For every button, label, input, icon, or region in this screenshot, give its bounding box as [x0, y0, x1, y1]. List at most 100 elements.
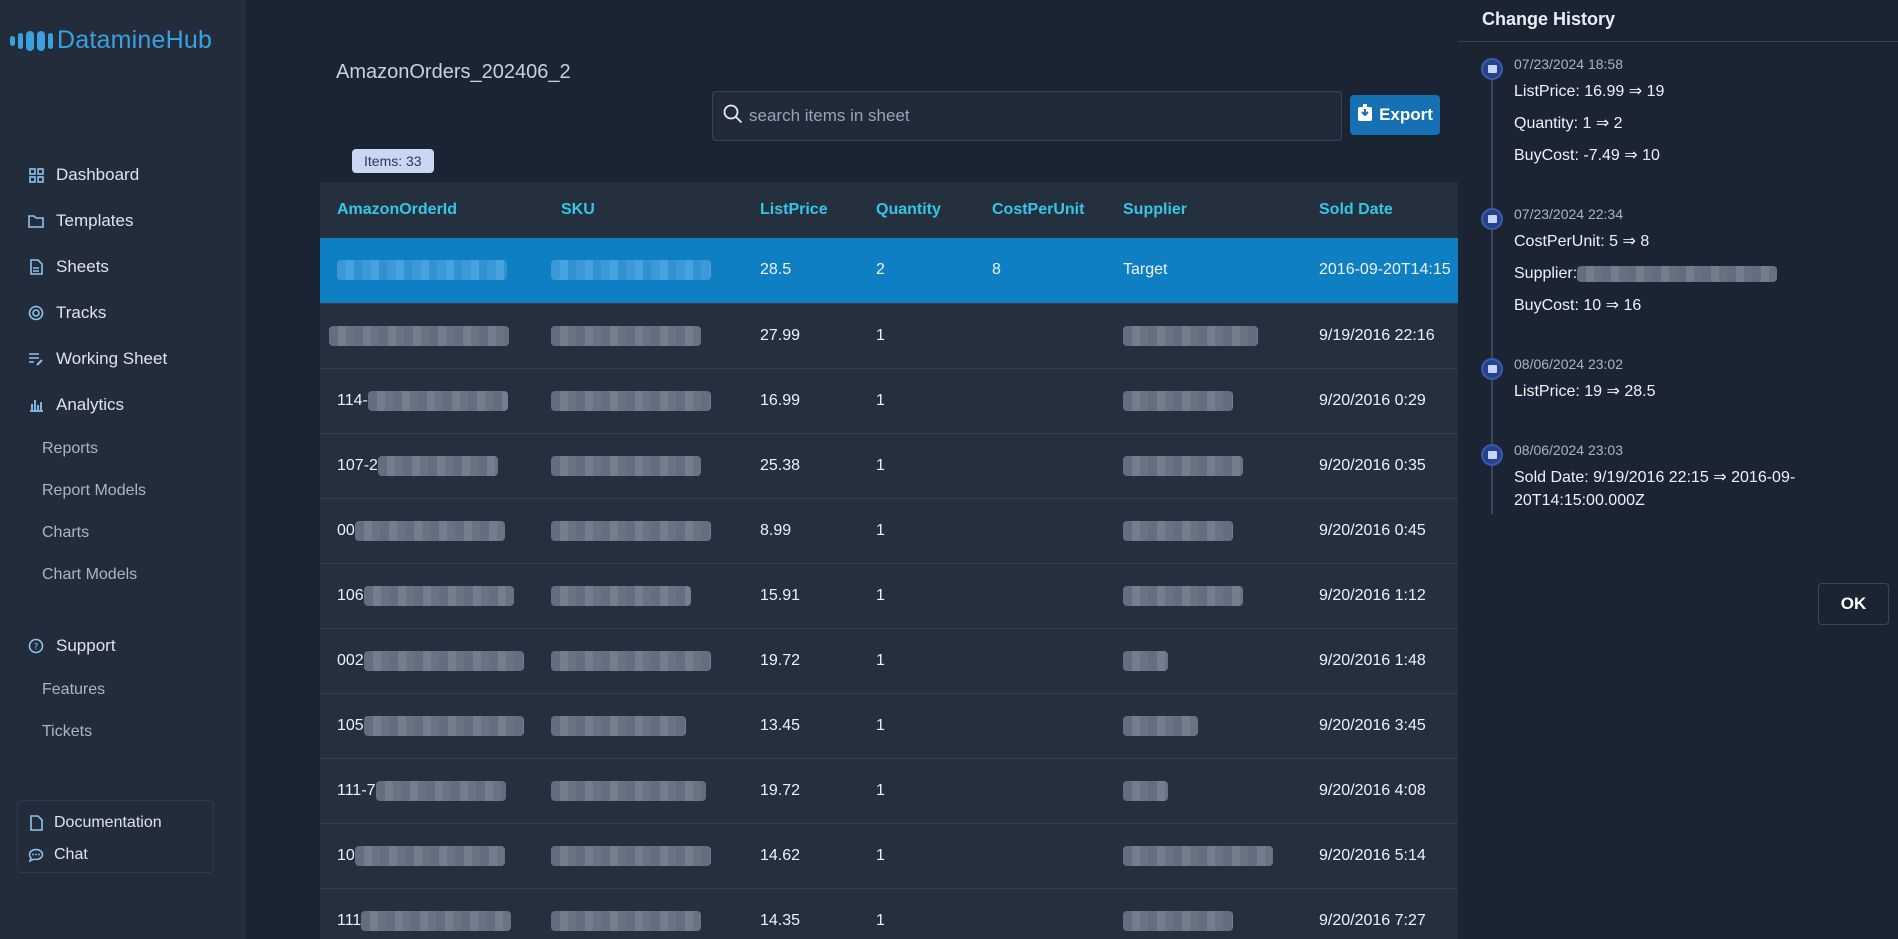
cell-list-price: 13.45: [743, 692, 859, 758]
app-logo[interactable]: DatamineHub: [10, 26, 212, 55]
table-row[interactable]: 111 14.35 1 9/20/2016 7:27: [320, 887, 1458, 939]
cell-sku: [544, 432, 743, 498]
column-header-list-price[interactable]: ListPrice: [743, 182, 859, 238]
table-row[interactable]: 107-2 25.38 1 9/20/2016 0:35: [320, 432, 1458, 498]
cell-supplier: [1106, 302, 1302, 368]
nav-sheets[interactable]: Sheets: [0, 244, 246, 290]
nav-support[interactable]: ? Support: [0, 623, 246, 669]
redacted-text: [1123, 715, 1198, 736]
export-button[interactable]: Export: [1350, 95, 1440, 135]
cell-supplier: [1106, 822, 1302, 888]
nav-label: Chat: [54, 846, 88, 863]
nav-dashboard[interactable]: Dashboard: [0, 152, 246, 198]
cell-cost-per-unit: [975, 692, 1106, 758]
table-row[interactable]: 28.5 2 8 Target 2016-09-20T14:15: [320, 238, 1458, 303]
cell-sold-date: 9/20/2016 0:35: [1302, 432, 1458, 498]
nav-reports[interactable]: Reports: [0, 428, 246, 470]
cell-supplier: [1106, 627, 1302, 693]
cell-list-price: 27.99: [743, 302, 859, 368]
redacted-text: [551, 585, 691, 606]
cell-cost-per-unit: [975, 822, 1106, 888]
column-header-sold-date[interactable]: Sold Date: [1302, 182, 1458, 238]
entry-timestamp: 08/06/2024 23:03: [1514, 442, 1623, 458]
cell-order-id: 107-2: [320, 432, 544, 498]
dashboard-icon: [28, 167, 44, 183]
cell-list-price: 15.91: [743, 562, 859, 628]
redacted-text: [361, 910, 512, 931]
nav-chat[interactable]: Chat: [18, 839, 213, 871]
cell-sku: [544, 887, 743, 939]
redacted-text: [551, 780, 706, 801]
change-line: Quantity: 1 ⇒ 2: [1514, 115, 1623, 132]
cell-order-id: 111-7: [320, 757, 544, 823]
waveform-logo-icon: [10, 30, 53, 51]
search-box[interactable]: [712, 91, 1342, 141]
change-line: CostPerUnit: 5 ⇒ 8: [1514, 233, 1650, 250]
cell-quantity: 1: [859, 692, 975, 758]
table-row[interactable]: 111-7 19.72 1 9/20/2016 4:08: [320, 757, 1458, 823]
redacted-text: [551, 260, 711, 281]
nav-label: Sheets: [56, 257, 109, 276]
panel-title: Change History: [1482, 9, 1616, 29]
sidebar: DatamineHub Dashboard Templates Sheets T…: [0, 0, 246, 939]
column-header-sku[interactable]: SKU: [544, 182, 743, 238]
nav-label: Analytics: [56, 395, 125, 414]
table-row[interactable]: 105 13.45 1 9/20/2016 3:45: [320, 692, 1458, 758]
cell-cost-per-unit: [975, 367, 1106, 433]
column-header-supplier[interactable]: Supplier: [1106, 182, 1302, 238]
nav-working-sheet[interactable]: Working Sheet: [0, 336, 246, 382]
cell-supplier: Target: [1106, 238, 1302, 303]
cell-cost-per-unit: [975, 887, 1106, 939]
cell-sku: [544, 692, 743, 758]
nav-templates[interactable]: Templates: [0, 198, 246, 244]
table-row[interactable]: 27.99 1 9/19/2016 22:16: [320, 302, 1458, 368]
cell-cost-per-unit: [975, 302, 1106, 368]
entry-timestamp: 07/23/2024 18:58: [1514, 56, 1623, 72]
entry-timestamp: 07/23/2024 22:34: [1514, 206, 1623, 222]
cell-sold-date: 9/20/2016 5:14: [1302, 822, 1458, 888]
nav-label: Templates: [56, 211, 134, 230]
nav-charts[interactable]: Charts: [0, 512, 246, 554]
ok-button[interactable]: OK: [1818, 583, 1889, 625]
column-header-cost-per-unit[interactable]: CostPerUnit: [975, 182, 1106, 238]
nav-label: Dashboard: [56, 165, 140, 184]
nav-report-models[interactable]: Report Models: [0, 470, 246, 512]
table-row[interactable]: 10 14.62 1 9/20/2016 5:14: [320, 822, 1458, 888]
nav-chart-models[interactable]: Chart Models: [0, 554, 246, 596]
nav-tracks[interactable]: Tracks: [0, 290, 246, 336]
table-row[interactable]: 114- 16.99 1 9/20/2016 0:29: [320, 367, 1458, 433]
cell-quantity: 1: [859, 432, 975, 498]
bar-chart-icon: [28, 397, 44, 413]
search-input[interactable]: [749, 106, 1309, 126]
redacted-text: [354, 845, 505, 866]
change-line: BuyCost: 10 ⇒ 16: [1514, 297, 1642, 314]
nav-label: Tracks: [56, 303, 107, 322]
table-row[interactable]: 002 19.72 1 9/20/2016 1:48: [320, 627, 1458, 693]
nav-documentation[interactable]: Documentation: [18, 807, 213, 839]
redacted-text: [363, 585, 514, 606]
change-history-panel: Change History 07/23/2024 18:58 ListPric…: [1458, 0, 1898, 939]
nav-analytics[interactable]: Analytics: [0, 382, 246, 428]
change-line: Sold Date: 9/19/2016 22:15 ⇒ 2016-09-20T…: [1514, 469, 1796, 509]
table-row[interactable]: 106 15.91 1 9/20/2016 1:12: [320, 562, 1458, 628]
cell-sku: [544, 302, 743, 368]
nav-features[interactable]: Features: [0, 669, 246, 711]
calendar-icon: [1481, 208, 1503, 230]
cell-order-id: 114-: [320, 367, 544, 433]
column-header-amazon-order-id[interactable]: AmazonOrderId: [320, 182, 544, 238]
column-header-quantity[interactable]: Quantity: [859, 182, 975, 238]
cell-supplier: [1106, 887, 1302, 939]
change-line: ListPrice: 19 ⇒ 28.5: [1514, 383, 1656, 400]
redacted-text: [363, 715, 524, 736]
table-row[interactable]: 00 8.99 1 9/20/2016 0:45: [320, 497, 1458, 563]
cell-sold-date: 9/20/2016 1:48: [1302, 627, 1458, 693]
cell-supplier: [1106, 497, 1302, 563]
cell-list-price: 8.99: [743, 497, 859, 563]
nav-label: Working Sheet: [56, 349, 168, 368]
cell-quantity: 2: [859, 238, 975, 303]
redacted-text: [1123, 845, 1273, 866]
redacted-text: [551, 325, 701, 346]
main-nav: Dashboard Templates Sheets Tracks Workin…: [0, 152, 246, 596]
nav-tickets[interactable]: Tickets: [0, 711, 246, 753]
cell-supplier: [1106, 367, 1302, 433]
